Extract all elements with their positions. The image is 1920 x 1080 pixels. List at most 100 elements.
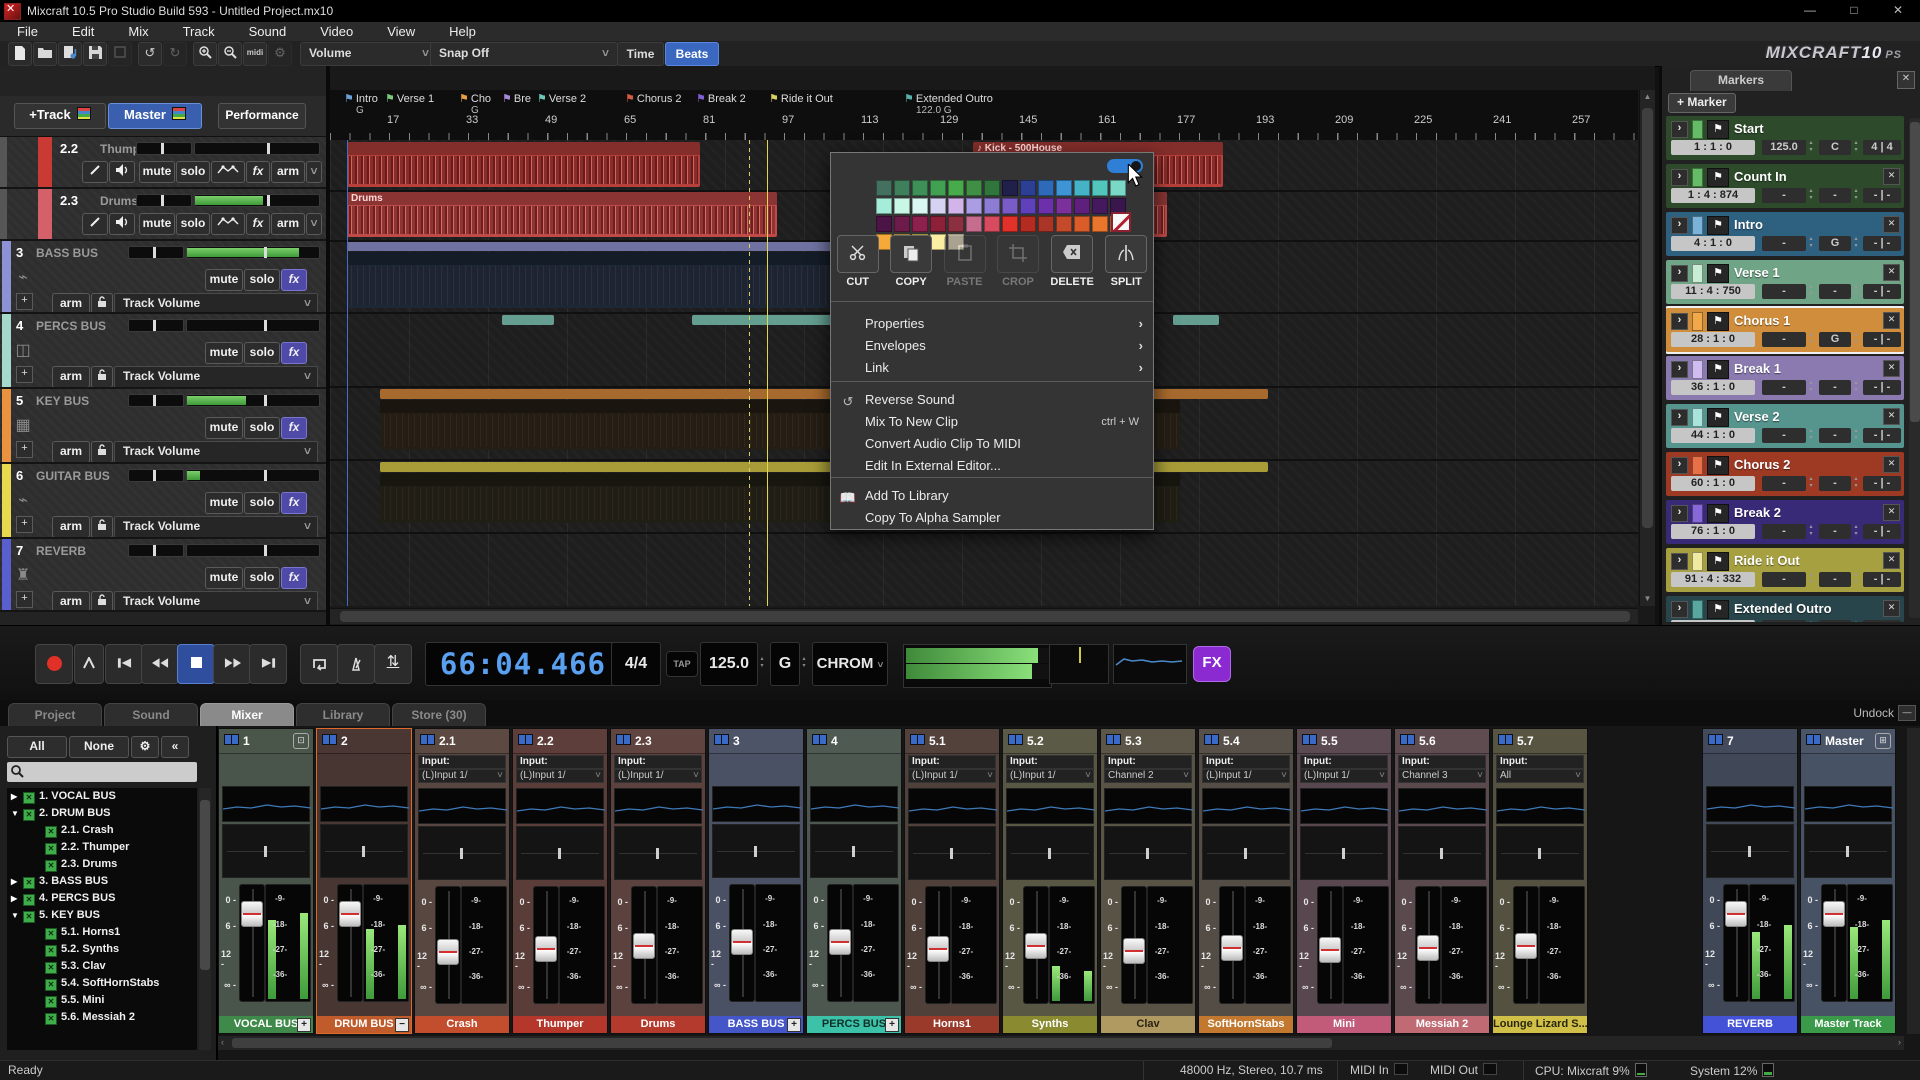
- eq-display[interactable]: [222, 786, 310, 822]
- send-section[interactable]: [614, 826, 702, 880]
- markers-close-icon[interactable]: ✕: [1897, 71, 1915, 89]
- marker-color-swatch[interactable]: [1692, 264, 1703, 283]
- clip-action-button[interactable]: CUT: [837, 235, 879, 288]
- channel-name-label[interactable]: SoftHornStabs: [1199, 1016, 1293, 1033]
- marker-tempo[interactable]: -: [1762, 236, 1806, 251]
- track-name[interactable]: BASS BUS: [36, 246, 98, 260]
- menu-item[interactable]: Edit: [55, 24, 111, 39]
- channel-route-icon[interactable]: ⊞: [1875, 733, 1891, 749]
- input-dropdown[interactable]: (L)Input 1/˅: [1202, 769, 1290, 783]
- marker-expander[interactable]: ›: [1671, 217, 1688, 234]
- tempo-spinner[interactable]: ▴▾: [1807, 188, 1815, 203]
- tree-expander[interactable]: ▶: [11, 890, 23, 907]
- fader-track[interactable]: [827, 884, 853, 1002]
- send-section[interactable]: [810, 824, 898, 878]
- dock-tab[interactable]: Mixer: [200, 703, 294, 727]
- color-swatch[interactable]: [1020, 216, 1036, 232]
- tree-item[interactable]: ▼✕5. KEY BUS: [7, 907, 197, 924]
- track-color-strip[interactable]: [2, 464, 11, 537]
- fx-button[interactable]: fx: [281, 417, 307, 439]
- channel-name-label[interactable]: Mini: [1297, 1016, 1391, 1033]
- fader-track[interactable]: [1317, 886, 1343, 1004]
- marker-name[interactable]: Intro: [1734, 217, 1763, 232]
- section-marker-flag[interactable]: ⚑Break 2: [696, 92, 746, 105]
- tree-item[interactable]: ✕2.3. Drums: [7, 856, 197, 873]
- solo-button[interactable]: solo: [244, 567, 280, 589]
- bus-collapse-toggle[interactable]: +: [885, 1018, 899, 1032]
- eq-display[interactable]: [614, 788, 702, 824]
- eq-display[interactable]: [1804, 786, 1892, 822]
- track-volume-slider[interactable]: [136, 142, 192, 155]
- arm-button[interactable]: arm: [52, 293, 90, 314]
- audio-clip[interactable]: [347, 142, 700, 187]
- tree-checkbox[interactable]: ✕: [23, 894, 35, 906]
- add-marker-button[interactable]: + Marker: [1668, 93, 1736, 113]
- audio-clip[interactable]: [502, 315, 554, 325]
- tempo-spinner[interactable]: ▴▾: [1807, 572, 1815, 587]
- bus-collapse-toggle[interactable]: −: [395, 1018, 409, 1032]
- track-row[interactable]: 2.2 Thumper mute solo fx arm ˅: [0, 137, 326, 189]
- marker-card[interactable]: › ⚑ Start 1 : 1 : 0 125.0 ▴▾ C ▴▾ 4 | 4: [1666, 116, 1904, 160]
- marker-tempo[interactable]: -: [1762, 476, 1806, 491]
- eq-display[interactable]: [712, 786, 800, 822]
- marker-meter[interactable]: - | -: [1863, 332, 1901, 347]
- send-section[interactable]: [1104, 826, 1192, 880]
- fader-track[interactable]: [1415, 886, 1441, 1004]
- color-swatch[interactable]: [966, 198, 982, 214]
- monitor-speaker-icon[interactable]: [109, 213, 135, 235]
- section-marker-flag[interactable]: ⚑Ride it Out: [769, 92, 833, 105]
- marker-key[interactable]: C: [1819, 140, 1851, 155]
- marker-tempo[interactable]: -: [1762, 428, 1806, 443]
- marker-position[interactable]: 76 : 1 : 0: [1671, 524, 1755, 539]
- fader-knob[interactable]: [1417, 935, 1439, 961]
- marker-card[interactable]: › ⚑ Verse 2 ✕ 44 : 1 : 0 - ▴▾ - ▴▾ - | -: [1666, 404, 1904, 448]
- fx-button[interactable]: fx: [281, 567, 307, 589]
- markers-scrollbar[interactable]: [1909, 118, 1920, 618]
- lock-icon[interactable]: [91, 293, 113, 314]
- dock-tab[interactable]: Sound: [104, 703, 198, 727]
- marker-name[interactable]: Count In: [1734, 169, 1787, 184]
- minimize-button[interactable]: —: [1788, 0, 1832, 22]
- track-meter[interactable]: [194, 142, 320, 155]
- marker-color-swatch[interactable]: [1692, 408, 1703, 427]
- bus-collapse-toggle[interactable]: +: [297, 1018, 311, 1032]
- marker-delete-icon[interactable]: ✕: [1883, 312, 1900, 329]
- menu-item[interactable]: Help: [432, 24, 493, 39]
- marker-card[interactable]: › ⚑ Break 2 ✕ 76 : 1 : 0 - ▴▾ - ▴▾ - | -: [1666, 500, 1904, 544]
- close-button[interactable]: ✕: [1876, 0, 1920, 22]
- mute-button[interactable]: mute: [205, 269, 243, 291]
- fader-knob[interactable]: [829, 929, 851, 955]
- menu-item[interactable]: Mix: [111, 24, 165, 39]
- send-section[interactable]: [516, 826, 604, 880]
- mixer-horizontal-scrollbar[interactable]: ‹›: [218, 1036, 1904, 1050]
- send-section[interactable]: [222, 824, 310, 878]
- marker-position[interactable]: 36 : 1 : 0: [1671, 380, 1755, 395]
- key-spinner[interactable]: ▴▾: [1852, 188, 1860, 203]
- marker-name[interactable]: Start: [1734, 121, 1764, 136]
- tree-item[interactable]: ▼✕2. DRUM BUS: [7, 805, 197, 822]
- strip-header[interactable]: 2: [317, 729, 411, 754]
- track-volume-slider[interactable]: [128, 469, 184, 482]
- draw-tool-icon[interactable]: [82, 161, 108, 183]
- strip-header[interactable]: 5.1: [905, 729, 999, 754]
- channel-strip[interactable]: 5.5 Input: (L)Input 1/˅ 0 -6 -12 -∞ -: [1296, 728, 1392, 1034]
- channel-strip[interactable]: 4 0 -6 -12 -∞ -: [806, 728, 902, 1034]
- color-swatch[interactable]: [912, 216, 928, 232]
- audio-clip[interactable]: [1173, 315, 1219, 325]
- marker-tempo[interactable]: -: [1762, 188, 1806, 203]
- color-swatch[interactable]: [876, 180, 892, 196]
- section-marker-flag[interactable]: ⚑Verse 1: [385, 92, 434, 105]
- marker-key[interactable]: G: [1819, 332, 1851, 347]
- draw-tool-icon[interactable]: [82, 213, 108, 235]
- track-name[interactable]: Drums: [100, 194, 138, 208]
- marker-expander[interactable]: ›: [1671, 505, 1688, 522]
- track-row[interactable]: 3 BASS BUS ⌁ mute solo fx + arm Track Vo…: [0, 241, 326, 314]
- marker-meter[interactable]: - | -: [1863, 380, 1901, 395]
- expand-automation-button[interactable]: +: [16, 366, 33, 383]
- send-section[interactable]: [320, 824, 408, 878]
- fader-knob[interactable]: [1221, 935, 1243, 961]
- tempo-display[interactable]: 125.0: [700, 642, 758, 686]
- marker-position[interactable]: 4 : 1 : 0: [1671, 236, 1755, 251]
- arm-button[interactable]: arm: [52, 591, 90, 612]
- send-section[interactable]: [712, 824, 800, 878]
